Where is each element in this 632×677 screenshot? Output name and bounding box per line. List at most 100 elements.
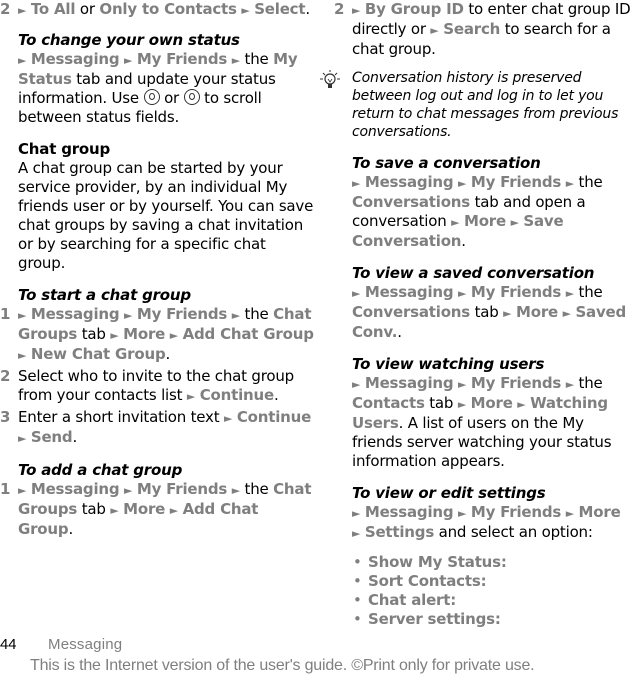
menu-contacts: Contacts	[352, 394, 425, 412]
menu-send: Send	[30, 428, 73, 446]
copyright-notice: This is the Internet version of the user…	[30, 657, 535, 674]
start-step-2: 2 Select who to invite to the chat group…	[0, 367, 316, 406]
option-show-my-status: Show My Status:	[368, 553, 507, 571]
menu-my-friends: My Friends	[470, 283, 562, 301]
menu-my-friends: My Friends	[136, 50, 228, 68]
text: the	[573, 283, 603, 301]
menu-continue: Continue	[236, 408, 312, 426]
menu-messaging: Messaging	[364, 283, 454, 301]
arrow-icon: ►	[186, 390, 196, 403]
arrow-icon: ►	[169, 329, 179, 342]
arrow-icon: ►	[352, 527, 361, 540]
menu-more: More	[123, 500, 166, 518]
arrow-icon: ►	[565, 507, 574, 520]
menu-continue: Continue	[199, 386, 274, 404]
menu-messaging: Messaging	[30, 480, 120, 498]
lightbulb-icon	[320, 70, 340, 88]
menu-select: Select	[254, 0, 306, 18]
menu-my-friends: My Friends	[136, 305, 228, 323]
arrow-icon: ►	[110, 504, 119, 517]
arrow-icon: ►	[231, 309, 240, 322]
list-item: • Show My Status:	[334, 553, 632, 572]
text: .	[305, 0, 310, 18]
arrow-icon: ►	[352, 4, 361, 17]
arrow-icon: ►	[231, 54, 240, 67]
arrow-icon: ►	[124, 309, 133, 322]
step-number: 3	[0, 408, 11, 426]
left-column: 2 ► To All or Only to Contacts ► Select.…	[0, 0, 316, 539]
arrow-icon: ►	[503, 307, 512, 320]
text: tab	[424, 394, 458, 412]
menu-messaging: Messaging	[30, 50, 120, 68]
navigation-key-down-icon	[143, 89, 160, 105]
arrow-icon: ►	[169, 504, 179, 517]
list-item: • Server settings:	[334, 610, 632, 629]
menu-conversations: Conversations	[352, 303, 471, 321]
menu-to-all: To All	[30, 0, 76, 18]
arrow-icon: ►	[18, 54, 27, 67]
arrow-icon: ►	[458, 177, 467, 190]
text: tab	[77, 500, 111, 518]
text: tab	[77, 325, 111, 343]
heading-add-chat-group: To add a chat group	[18, 461, 183, 479]
text: Enter a short invitation text	[18, 408, 224, 426]
menu-my-friends: My Friends	[136, 480, 228, 498]
menu-by-group-id: By Group ID	[364, 0, 464, 18]
arrow-icon: ►	[18, 309, 27, 322]
watching-users-instructions: ► Messaging ► My Friends ► the Contacts …	[334, 374, 632, 471]
right-column: 2 ► By Group ID to enter chat group ID d…	[320, 0, 632, 629]
heading-view-saved-conversation: To view a saved conversation	[352, 264, 595, 282]
menu-settings: Settings	[364, 523, 435, 541]
heading-chat-group: Chat group	[18, 140, 111, 158]
list-item: • Sort Contacts:	[334, 572, 632, 591]
arrow-icon: ►	[510, 216, 519, 229]
text: .	[461, 232, 466, 250]
arrow-icon: ►	[352, 507, 361, 520]
chat-group-description: A chat group can be started by your serv…	[18, 159, 314, 272]
menu-conversations: Conversations	[352, 193, 471, 211]
arrow-icon: ►	[458, 507, 467, 520]
arrow-icon: ►	[124, 484, 133, 497]
text: .	[397, 323, 402, 341]
settings-options-list: • Show My Status: • Sort Contacts: • Chat a…	[334, 553, 632, 629]
bullet-icon: •	[353, 610, 362, 628]
step-number: 1	[0, 480, 11, 498]
menu-only-to-contacts: Only to Contacts	[99, 0, 237, 18]
add-step-1: 1 ► Messaging ► My Friends ► the Chat Gr…	[0, 480, 316, 539]
tip-note: Conversation history is preserved betwee…	[320, 69, 632, 141]
menu-my-friends: My Friends	[470, 503, 562, 521]
view-saved-instructions: ► Messaging ► My Friends ► the Conversat…	[334, 283, 632, 342]
arrow-icon: ►	[352, 177, 361, 190]
arrow-icon: ►	[517, 398, 526, 411]
arrow-icon: ►	[231, 484, 240, 497]
add-step-2: 2 ► By Group ID to enter chat group ID d…	[334, 0, 632, 59]
menu-add-chat-group: Add Chat Group	[182, 325, 314, 343]
menu-my-friends: My Friends	[470, 173, 562, 191]
arrow-icon: ►	[18, 349, 27, 362]
change-status-instructions: ► Messaging ► My Friends ► the My Status…	[0, 50, 316, 127]
bullet-icon: •	[353, 591, 362, 609]
heading-save-conversation: To save a conversation	[352, 154, 541, 172]
arrow-icon: ►	[18, 4, 27, 17]
arrow-icon: ►	[565, 177, 574, 190]
menu-more: More	[463, 212, 506, 230]
option-chat-alert: Chat alert:	[368, 591, 457, 609]
menu-new-chat-group: New Chat Group	[30, 345, 166, 363]
text: or	[75, 0, 100, 18]
step-number: 2	[334, 0, 345, 18]
arrow-icon: ►	[352, 378, 361, 391]
option-sort-contacts: Sort Contacts:	[368, 572, 487, 590]
menu-messaging: Messaging	[364, 173, 454, 191]
menu-messaging: Messaging	[364, 503, 454, 521]
start-step-1: 1 ► Messaging ► My Friends ► the Chat Gr…	[0, 305, 316, 365]
start-step-3: 3 Enter a short invitation text ► Contin…	[0, 408, 316, 448]
arrow-icon: ►	[451, 216, 460, 229]
text: .	[68, 520, 74, 538]
tip-text: Conversation history is preserved betwee…	[352, 70, 619, 140]
text: the	[239, 50, 274, 68]
menu-my-friends: My Friends	[470, 374, 562, 392]
arrow-icon: ►	[565, 378, 574, 391]
text: .	[273, 386, 279, 404]
heading-view-watching-users: To view watching users	[352, 355, 545, 373]
save-conversation-instructions: ► Messaging ► My Friends ► the Conversat…	[334, 173, 632, 251]
